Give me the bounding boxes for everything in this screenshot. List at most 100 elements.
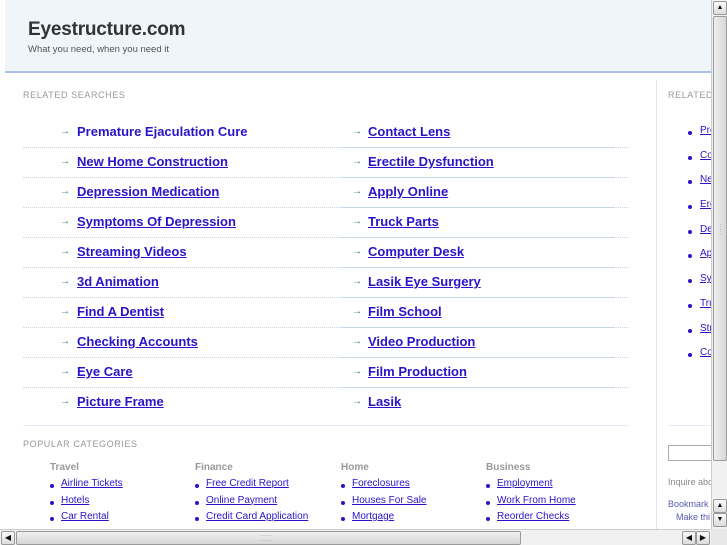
bullet-icon [486,517,490,521]
category-item: Airline Tickets [50,478,195,495]
scroll-left-button[interactable]: ◀ [1,531,15,545]
related-search-item: → Apply Online [340,178,614,208]
site-header: Eyestructure.com What you need, when you… [5,0,711,73]
related-search-link[interactable]: Film Production [368,364,467,379]
arrow-icon: → [352,336,362,347]
category-item: Mortgage [341,511,486,528]
related-search-item: → Film Production [340,358,614,388]
category-link[interactable]: Online Payment [206,495,277,506]
arrow-icon: → [352,246,362,257]
arrow-icon: → [60,186,70,197]
related-search-link[interactable]: Film School [368,304,442,319]
make-homepage-link[interactable]: Make thi [676,512,710,522]
related-search-link[interactable]: Contact Lens [368,124,450,139]
sidebar-related-link[interactable]: Str [700,323,711,334]
related-search-link[interactable]: Lasik [368,394,401,409]
related-search-link[interactable]: Checking Accounts [77,334,198,349]
arrow-icon: → [352,216,362,227]
category-link[interactable]: Work From Home [497,495,576,506]
category-column: Business Employment Work From Home Reorder … [486,462,631,528]
category-link[interactable]: Employment [497,478,553,489]
arrow-icon: → [60,216,70,227]
sidebar-related-link[interactable]: Tru [700,298,711,309]
sidebar-related-link[interactable]: Sy [700,273,711,284]
vertical-scroll-thumb[interactable]: ⋮⋮⋮⋮⋮⋮ [713,16,727,461]
related-search-item: → Contact Lens [340,118,614,148]
related-search-link[interactable]: Find A Dentist [77,304,164,319]
category-link[interactable]: Houses For Sale [352,495,426,506]
related-search-link[interactable]: Depression Medication [77,184,219,199]
vertical-scrollbar[interactable]: ▲ ⋮⋮⋮⋮⋮⋮ ▲ ▼ [711,0,727,529]
bullet-icon [688,205,692,210]
related-search-link[interactable]: Lasik Eye Surgery [368,274,481,289]
bullet-icon [195,500,199,505]
scroll-right-button[interactable]: ▶ [696,531,710,545]
scroll-up-button[interactable]: ▲ [713,1,727,15]
category-item: Employment [486,478,631,495]
scroll-left-button-right[interactable]: ◀ [682,531,696,545]
related-search-link[interactable]: 3d Animation [77,274,159,289]
category-heading: Travel [50,462,79,473]
category-item: Hotels [50,495,195,512]
related-search-link[interactable]: Computer Desk [368,244,464,259]
grip-icon: ⋮⋮⋮⋮⋮⋮ [717,224,727,236]
site-title: Eyestructure.com [28,19,186,40]
sidebar-related-link[interactable]: De [700,224,711,235]
arrow-icon: → [60,336,70,347]
category-link[interactable]: Credit Card Application [206,511,308,522]
bullet-icon [688,279,692,284]
arrow-icon: → [60,396,70,407]
related-search-link[interactable]: Video Production [368,334,475,349]
related-search-item: → Video Production [340,328,614,358]
inquire-text: Inquire abo [668,477,711,487]
category-item: Reorder Checks [486,511,631,528]
scroll-down-button[interactable]: ▼ [713,513,727,527]
sidebar-divider [656,80,657,529]
bookmark-link[interactable]: Bookmark [668,499,709,509]
related-search-link[interactable]: New Home Construction [77,154,228,169]
bullet-icon [688,303,692,308]
bullet-icon [341,500,345,505]
sidebar-search-input[interactable] [668,445,711,461]
related-search-link[interactable]: Apply Online [368,184,448,199]
horizontal-scrollbar[interactable]: ◀ ⋯⋯ ⋯⋯ ◀ ▶ [0,529,711,545]
category-link[interactable]: Hotels [61,495,89,506]
related-search-link[interactable]: Symptoms Of Depression [77,214,236,229]
related-search-link[interactable]: Premature Ejaculation Cure [77,124,248,139]
category-link[interactable]: Airline Tickets [61,478,123,489]
bullet-icon [688,353,692,358]
category-heading: Home [341,462,369,473]
related-search-item: → Erectile Dysfunction [340,148,614,178]
related-search-link[interactable]: Streaming Videos [77,244,187,259]
arrow-icon: → [352,126,362,137]
arrow-icon: → [60,126,70,137]
scroll-up-button-lower[interactable]: ▲ [713,499,727,513]
related-search-item: → Truck Parts [340,208,614,238]
related-search-item: → Film School [340,298,614,328]
grip-icon: ⋯⋯ ⋯⋯ [260,533,273,545]
category-column: Home Foreclosures Houses For Sale Mortgage [341,462,486,528]
sidebar-related-label: RELATED [668,90,711,100]
category-link[interactable]: Foreclosures [352,478,410,489]
category-link[interactable]: Reorder Checks [497,511,569,522]
arrow-icon: → [60,366,70,377]
sidebar-related-link[interactable]: Co [700,347,711,358]
bullet-icon [486,500,490,505]
sidebar-related-link[interactable]: Co [700,150,711,161]
category-link[interactable]: Car Rental [61,511,109,522]
bullet-icon [688,131,692,135]
category-link[interactable]: Free Credit Report [206,478,289,489]
horizontal-scroll-thumb[interactable]: ⋯⋯ ⋯⋯ [16,531,521,545]
related-search-link[interactable]: Erectile Dysfunction [368,154,494,169]
sidebar-related-link[interactable]: Pre [700,125,711,136]
sidebar-related-link[interactable]: Ap [700,248,711,259]
related-search-link[interactable]: Eye Care [77,364,133,379]
sidebar-related-link[interactable]: Ere [700,199,711,210]
related-search-link[interactable]: Truck Parts [368,214,439,229]
sidebar-related-link[interactable]: Ne [700,174,711,185]
related-search-link[interactable]: Picture Frame [77,394,164,409]
category-item: Work From Home [486,495,631,512]
bullet-icon [50,500,54,505]
category-link[interactable]: Mortgage [352,511,394,522]
category-heading: Finance [195,462,233,473]
